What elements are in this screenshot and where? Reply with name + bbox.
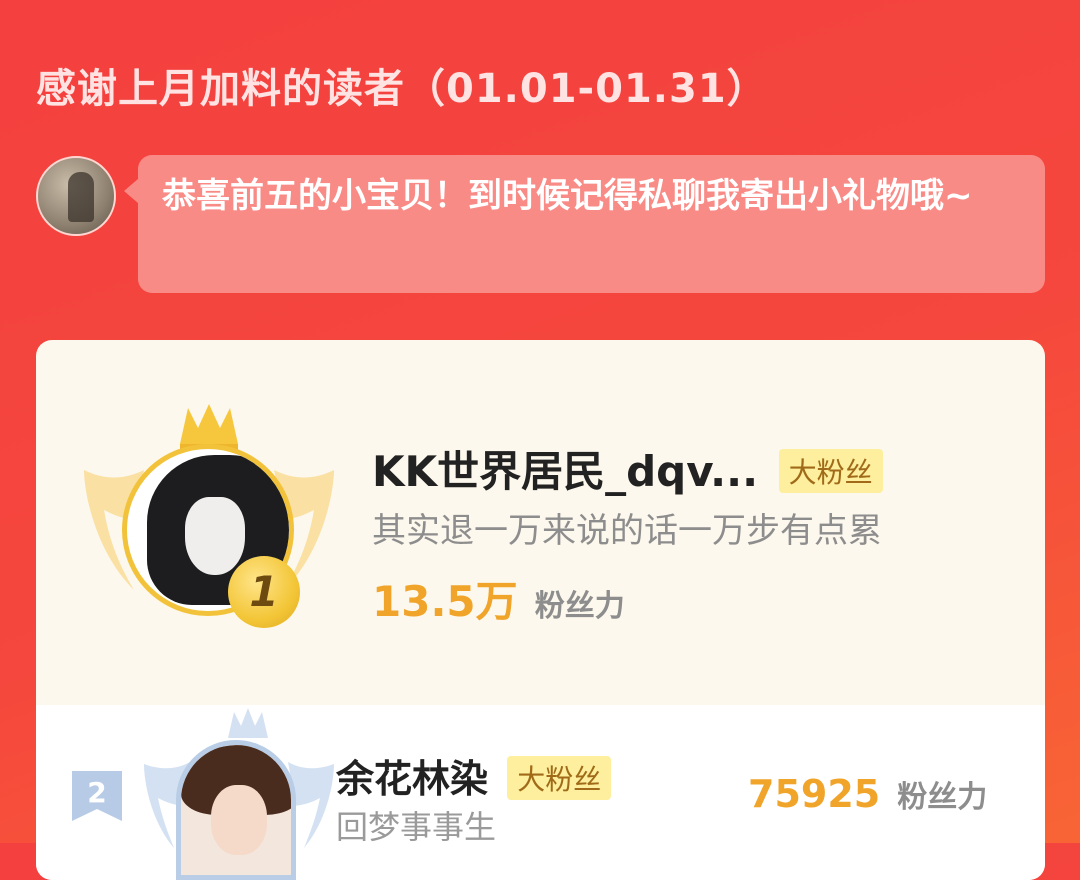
fan-power: 13.5万 粉丝力 [372,568,625,629]
avatar-figure [68,172,94,222]
fan-name[interactable]: 余花林染 大粉丝 [336,748,612,804]
fan-description: 回梦事事生 [336,808,497,846]
fan-power-unit: 粉丝力 [534,589,625,624]
fan-level-badge: 大粉丝 [778,448,883,493]
avatar-face [211,785,267,855]
author-avatar[interactable] [36,156,116,236]
page-title: 感谢上月加料的读者（01.01-01.31） [36,66,768,112]
fan-ranking-card: 1 KK世界居民_dqv... 大粉丝 其实退一万来说的话一万步有点累 13.5… [36,340,1045,880]
avatar-face [185,497,245,575]
fan-name-text: 余花林染 [336,757,489,801]
fan-description: 其实退一万来说的话一万步有点累 [372,511,882,551]
fan-power-value: 75925 [748,772,881,816]
message-bubble: 恭喜前五的小宝贝！到时候记得私聊我寄出小礼物哦~ [124,155,1045,293]
rank-first-entry[interactable]: 1 KK世界居民_dqv... 大粉丝 其实退一万来说的话一万步有点累 13.5… [36,340,1045,705]
fan-name-text: KK世界居民_dqv... [372,447,759,496]
fan-power-value: 13.5万 [372,577,518,626]
avatar[interactable] [176,740,296,880]
rank-number: 2 [87,776,107,809]
fan-level-badge: 大粉丝 [507,755,612,800]
fan-power: 75925 粉丝力 [748,772,987,816]
message-text: 恭喜前五的小宝贝！到时候记得私聊我寄出小礼物哦~ [162,176,973,216]
fan-power-unit: 粉丝力 [897,780,988,815]
fan-name[interactable]: KK世界居民_dqv... 大粉丝 [372,438,883,499]
rank-medal: 1 [228,556,300,628]
